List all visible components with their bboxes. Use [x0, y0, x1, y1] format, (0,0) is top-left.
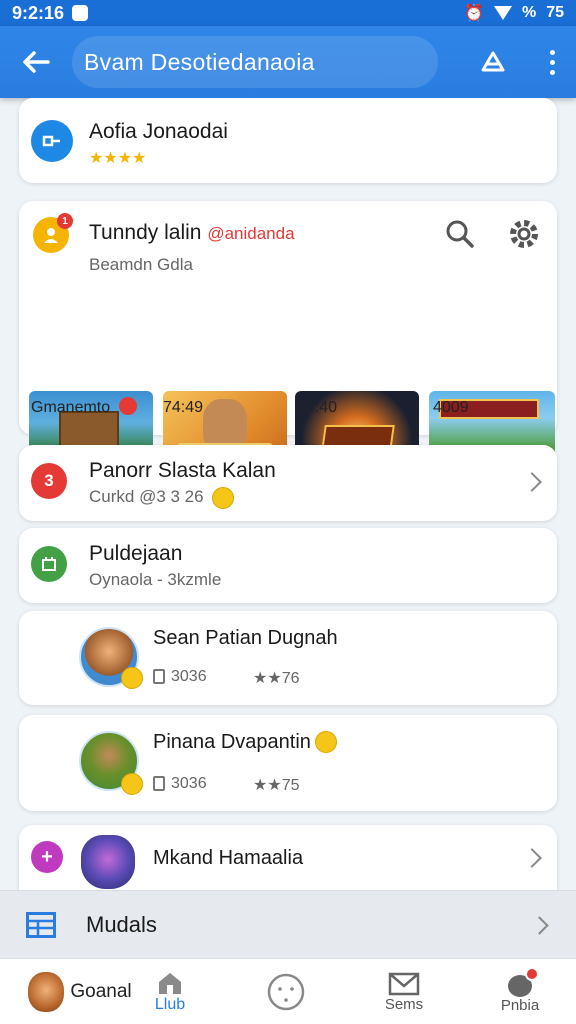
- nav-pnbia[interactable]: Pnbia: [488, 959, 552, 1024]
- battery-level: 75: [546, 4, 564, 21]
- item-title: Pinana Dvapantin: [153, 731, 311, 753]
- notification-badge: 1: [57, 213, 73, 229]
- card-title: Aofia Jonaodai: [89, 120, 228, 143]
- item-title: Puldejaan: [89, 542, 183, 565]
- emoji-icon: [121, 773, 143, 795]
- table-icon: [26, 911, 56, 938]
- modules-row[interactable]: Mudals: [0, 890, 576, 958]
- rating-stars: ★★★★: [89, 150, 147, 167]
- triangle-a-icon: [481, 51, 505, 72]
- chevron-right-icon: [530, 916, 549, 935]
- list-item-puldejaan[interactable]: Puldejaan Oynaola - 3kzmle: [19, 528, 557, 603]
- notification-icon: [72, 5, 89, 21]
- item-count: 3036: [171, 668, 207, 685]
- mail-icon: [388, 972, 420, 995]
- storage-icon: [153, 669, 165, 684]
- wifi-icon: [493, 6, 512, 20]
- item-title: Sean Patian Dugnah: [153, 627, 338, 649]
- nav-label: Sems: [384, 995, 424, 1013]
- profile-icon: [505, 966, 539, 997]
- emoji-icon: [212, 487, 234, 509]
- more-vert-icon: [549, 49, 555, 55]
- number-icon: 3: [31, 463, 67, 499]
- list-item-mkand[interactable]: + Mkand Hamaalia: [19, 825, 557, 890]
- nav-goanal[interactable]: Goanal: [20, 959, 140, 1024]
- wolf-avatar: [81, 835, 135, 889]
- item-title: Panorr Slasta Kalan: [89, 459, 276, 482]
- channel-name: Tunndy lalin: [89, 221, 202, 244]
- calendar-icon: [31, 546, 67, 582]
- status-bar: 9:2:16 ⏰ % 75: [0, 0, 576, 26]
- emoji-icon: [315, 731, 337, 753]
- home-icon: [159, 973, 181, 994]
- face-icon: [267, 973, 305, 1011]
- chevron-right-icon: [522, 848, 542, 868]
- title-search-field[interactable]: Bvam Desotiedanaoia: [72, 36, 438, 88]
- status-time: 9:2:16: [12, 2, 65, 23]
- thumb-label: 20:40: [297, 399, 338, 416]
- page-title: Bvam Desotiedanaoia: [84, 48, 315, 75]
- item-count: 3036: [171, 775, 207, 792]
- card-title: Tunndy lalin @anidanda: [89, 221, 295, 245]
- gear-icon[interactable]: [507, 217, 541, 251]
- thumb-label: 74:49: [163, 399, 204, 416]
- more-button[interactable]: [528, 49, 576, 75]
- bottom-navigation: Goanal Llub Sems Pnbia: [0, 958, 576, 1024]
- thumb-label: Gmanemto: [31, 399, 111, 416]
- list-item-pinana[interactable]: Pinana Dvapantin 3036 ★★75: [19, 715, 557, 811]
- list-item-panorr[interactable]: 3 Panorr Slasta Kalan Curkd @3 3 26: [19, 445, 557, 521]
- item-title: Mkand Hamaalia: [153, 847, 304, 869]
- storage-icon: [153, 776, 165, 791]
- item-subtitle: Curkd @3 3 26: [89, 487, 204, 506]
- link-icon: [31, 120, 73, 162]
- app-bar: Bvam Desotiedanaoia: [0, 26, 576, 98]
- add-icon: +: [31, 841, 63, 873]
- arrow-left-icon: [23, 51, 50, 73]
- thumb-label: 4009: [433, 399, 469, 416]
- item-subtitle: Oynaola - 3kzmle: [89, 570, 222, 589]
- location-pin-icon: [119, 397, 137, 415]
- nav-face[interactable]: [256, 959, 316, 1024]
- modules-label: Mudals: [86, 911, 157, 937]
- back-button[interactable]: [0, 50, 72, 74]
- nav-sems[interactable]: Sems: [372, 959, 436, 1024]
- content-list[interactable]: Aofia Jonaodai ★★★★ 1 Tunndy lalin @anid…: [0, 98, 576, 890]
- item-rating: ★★76: [253, 670, 300, 687]
- item-rating: ★★75: [253, 777, 300, 794]
- search-icon[interactable]: [445, 219, 475, 249]
- list-item-sean[interactable]: Sean Patian Dugnah 3036 ★★76: [19, 611, 557, 705]
- card-games[interactable]: 1 Tunndy lalin @anidanda Beamdn Gdla Gma…: [19, 201, 557, 481]
- card-aofia[interactable]: Aofia Jonaodai ★★★★: [19, 98, 557, 183]
- nav-label: Llub: [154, 996, 186, 1013]
- emoji-icon: [121, 667, 143, 689]
- card-subtitle: Beamdn Gdla: [89, 255, 193, 274]
- avatar-icon: [28, 972, 65, 1012]
- channel-handle: @anidanda: [207, 224, 295, 243]
- nav-llub[interactable]: Llub: [140, 959, 200, 1024]
- chevron-right-icon: [522, 472, 542, 492]
- signal-label: %: [521, 4, 537, 21]
- account-button[interactable]: [458, 50, 528, 74]
- alarm-icon: ⏰: [464, 5, 484, 22]
- nav-label: Pnbia: [500, 996, 540, 1014]
- nav-label: Goanal: [70, 981, 132, 1002]
